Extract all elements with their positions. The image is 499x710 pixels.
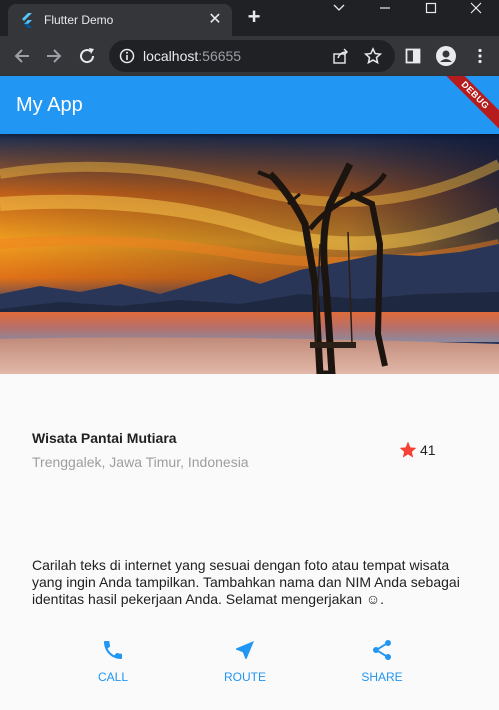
browser-tab[interactable]: Flutter Demo ✕ <box>8 4 232 36</box>
place-name: Wisata Pantai Mutiara <box>32 430 177 446</box>
call-button[interactable]: CALL <box>73 638 153 688</box>
phone-icon <box>104 641 122 659</box>
back-icon[interactable] <box>12 46 32 66</box>
near-me-icon <box>236 641 254 659</box>
app-bar: My App DEBUG <box>0 76 499 134</box>
url-text: localhost:56655 <box>143 48 242 64</box>
new-tab-icon[interactable]: + <box>244 6 264 28</box>
close-window-icon[interactable] <box>453 0 499 16</box>
tab-search-icon[interactable] <box>316 0 362 16</box>
profile-avatar-icon[interactable] <box>436 46 456 66</box>
browser-menu-icon[interactable] <box>470 46 490 66</box>
tab-title: Flutter Demo <box>44 13 114 27</box>
call-label: CALL <box>97 670 129 684</box>
bookmark-star-icon[interactable] <box>363 46 383 66</box>
browser-toolbar: localhost:56655 <box>0 36 499 76</box>
route-button[interactable]: ROUTE <box>205 638 285 688</box>
side-panel-icon[interactable] <box>403 46 423 66</box>
address-bar[interactable]: localhost:56655 <box>109 40 395 72</box>
share-page-icon[interactable] <box>331 46 351 66</box>
browser-tab-bar: Flutter Demo ✕ + <box>0 0 499 36</box>
hero-beach-image <box>0 134 499 374</box>
maximize-icon[interactable] <box>408 0 454 16</box>
app-title: My App <box>16 94 83 116</box>
reload-icon[interactable] <box>77 46 97 66</box>
star-icon[interactable] <box>398 440 418 460</box>
share-icon <box>373 640 391 660</box>
rating-count: 41 <box>420 442 436 458</box>
tab-close-icon[interactable]: ✕ <box>206 11 224 29</box>
share-button[interactable]: SHARE <box>342 638 422 688</box>
place-location: Trenggalek, Jawa Timur, Indonesia <box>32 454 249 470</box>
place-title-section: Wisata Pantai Mutiara Trenggalek, Jawa T… <box>32 430 467 480</box>
place-description: Carilah teks di internet yang sesuai den… <box>32 557 460 607</box>
site-info-icon[interactable] <box>119 48 135 64</box>
debug-banner: DEBUG <box>437 76 499 133</box>
flutter-logo-icon <box>22 13 32 28</box>
route-label: ROUTE <box>224 670 266 684</box>
share-label: SHARE <box>361 670 403 684</box>
minimize-icon[interactable] <box>362 0 408 16</box>
forward-icon[interactable] <box>44 46 64 66</box>
